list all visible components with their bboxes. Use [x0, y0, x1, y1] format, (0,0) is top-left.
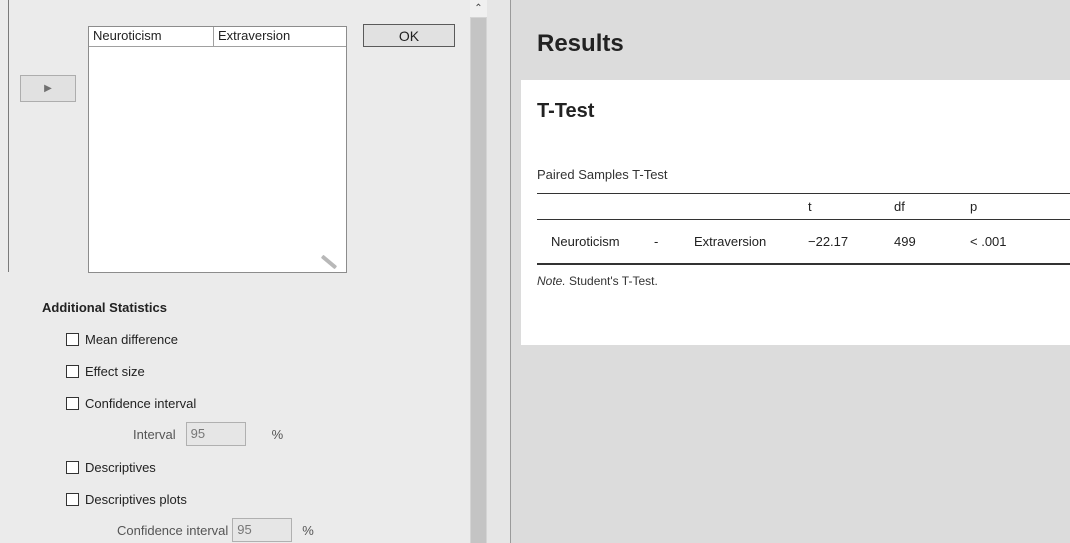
header-var1	[537, 193, 654, 220]
confidence-interval-label: Confidence interval	[85, 396, 197, 411]
ok-button[interactable]: OK	[363, 24, 455, 47]
table-note: Note. Student's T-Test.	[537, 274, 658, 288]
scroll-thumb[interactable]	[471, 18, 486, 543]
header-var2	[694, 193, 808, 220]
resize-grip-icon[interactable]	[320, 254, 338, 270]
mean-difference-label: Mean difference	[85, 332, 178, 347]
descriptives-label: Descriptives	[85, 460, 156, 475]
scroll-up-icon[interactable]: ⌃	[470, 0, 487, 17]
pair-variable-1[interactable]: Neuroticism	[89, 27, 214, 46]
row-var2: Extraversion	[694, 219, 808, 265]
checkbox-icon[interactable]	[66, 493, 79, 506]
checkbox-icon[interactable]	[66, 365, 79, 378]
effect-size-checkbox[interactable]: Effect size	[66, 364, 145, 379]
header-df: df	[894, 193, 970, 220]
results-panel: Results T-Test Paired Samples T-Test t d…	[511, 0, 1070, 543]
note-label: Note.	[537, 274, 566, 288]
row-p: < .001	[970, 219, 1070, 265]
table-header-row: t df p	[537, 193, 1070, 220]
plots-ci-label: Confidence interval	[117, 522, 229, 538]
checkbox-icon[interactable]	[66, 397, 79, 410]
plots-ci-input[interactable]: 95	[232, 518, 293, 542]
options-panel: ▶ Neuroticism Extraversion OK Additional…	[0, 0, 470, 543]
results-title: Results	[537, 30, 624, 57]
interval-unit: %	[271, 426, 284, 442]
row-var1: Neuroticism	[537, 219, 654, 265]
variable-pairs-list[interactable]: Neuroticism Extraversion	[88, 26, 347, 273]
analysis-title: T-Test	[537, 100, 595, 122]
descriptives-checkbox[interactable]: Descriptives	[66, 460, 156, 475]
header-p: p	[970, 193, 1070, 220]
interval-input[interactable]: 95	[185, 422, 246, 446]
mean-difference-checkbox[interactable]: Mean difference	[66, 332, 178, 347]
interval-row: Interval 95 %	[133, 422, 283, 446]
confidence-interval-checkbox[interactable]: Confidence interval	[66, 396, 196, 411]
row-df: 499	[894, 219, 970, 265]
additional-statistics-heading: Additional Statistics	[42, 300, 167, 315]
plots-ci-row: Confidence interval 95 %	[117, 518, 314, 542]
list-item[interactable]: Neuroticism Extraversion	[89, 27, 346, 47]
paired-ttest-table: t df p Neuroticism - Extraversion −22.17…	[537, 193, 1070, 265]
header-t: t	[808, 193, 894, 220]
row-t: −22.17	[808, 219, 894, 265]
panel-border	[8, 0, 9, 272]
effect-size-label: Effect size	[85, 364, 145, 379]
row-sep: -	[654, 219, 694, 265]
analysis-card: T-Test Paired Samples T-Test t df p Neur…	[521, 80, 1070, 345]
note-text: Student's T-Test.	[565, 274, 658, 288]
descriptives-plots-checkbox[interactable]: Descriptives plots	[66, 492, 187, 507]
descriptives-plots-label: Descriptives plots	[85, 492, 187, 507]
triangle-right-icon: ▶	[44, 83, 52, 94]
checkbox-icon[interactable]	[66, 333, 79, 346]
pair-variable-2[interactable]: Extraversion	[214, 27, 346, 46]
table-caption: Paired Samples T-Test	[537, 167, 668, 182]
pane-divider[interactable]	[487, 0, 510, 543]
plots-ci-unit: %	[302, 522, 314, 538]
options-scrollbar[interactable]: ⌃	[470, 0, 487, 543]
header-sep	[654, 193, 694, 220]
checkbox-icon[interactable]	[66, 461, 79, 474]
move-pair-button[interactable]: ▶	[20, 75, 76, 102]
table-row: Neuroticism - Extraversion −22.17 499 < …	[537, 219, 1070, 265]
interval-label: Interval	[133, 426, 176, 442]
